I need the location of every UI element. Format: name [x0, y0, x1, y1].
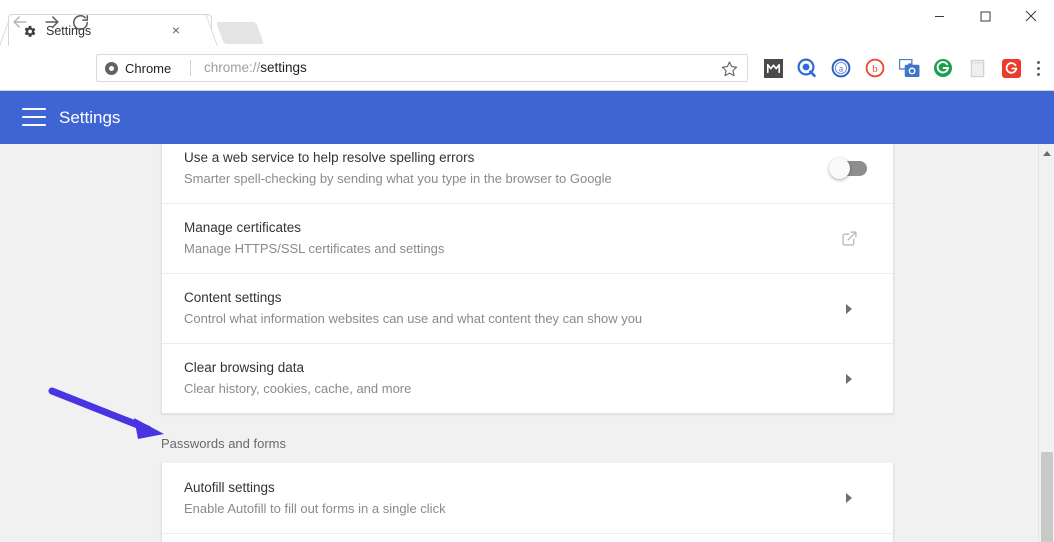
screenshot-extension-icon[interactable] — [892, 54, 926, 82]
row-subtitle: Clear history, cookies, cache, and more — [184, 381, 412, 396]
notes-extension-icon[interactable] — [960, 54, 994, 82]
row-spelling-web-service[interactable]: Use a web service to help resolve spelli… — [162, 144, 893, 203]
forward-icon[interactable] — [38, 8, 66, 36]
bitly-extension-icon[interactable]: b — [858, 54, 892, 82]
row-control — [829, 303, 869, 314]
page-title: Settings — [59, 108, 121, 127]
chevron-right-icon[interactable] — [846, 493, 852, 503]
minimize-icon[interactable] — [916, 0, 962, 32]
row-title: Autofill settings — [184, 479, 275, 495]
grammarly-extension-icon[interactable] — [926, 54, 960, 82]
url-host: settings — [260, 60, 307, 75]
row-text-group: Use a web service to help resolve spelli… — [184, 148, 829, 189]
address-bar-url[interactable]: chrome://settings — [204, 59, 307, 77]
row-control — [829, 157, 869, 179]
maximize-icon[interactable] — [962, 0, 1008, 32]
row-text-group: Autofill settings Enable Autofill to fil… — [184, 478, 829, 519]
url-scheme: chrome:// — [204, 60, 261, 75]
row-control — [829, 373, 869, 384]
pointer-arrow — [48, 387, 164, 439]
bookmark-star-icon[interactable] — [718, 57, 740, 79]
row-subtitle: Control what information websites can us… — [184, 311, 643, 326]
address-bar[interactable] — [96, 54, 748, 82]
site-identity-chrome: Chrome — [105, 59, 171, 77]
row-text-group: Clear browsing data Clear history, cooki… — [184, 358, 829, 399]
chrome-browser-window: Settings × Chrome chrome://settings a b … — [0, 0, 1054, 542]
row-subtitle: Manage HTTPS/SSL certificates and settin… — [184, 241, 445, 256]
toggle-knob — [829, 157, 850, 179]
address-bar-separator — [190, 60, 191, 76]
mailtrack-extension-icon[interactable] — [756, 54, 790, 82]
row-title: Use a web service to help resolve spelli… — [184, 149, 475, 165]
row-subtitle: Smarter spell-checking by sending what y… — [184, 170, 612, 186]
hamburger-line — [22, 116, 46, 118]
row-title: Content settings — [184, 290, 282, 305]
menu-dot — [1036, 72, 1040, 76]
row-text-group: Content settings Control what informatio… — [184, 288, 829, 329]
row-subtitle: Enable Autofill to fill out forms in a s… — [184, 500, 446, 516]
settings-page-content: Use a web service to help resolve spelli… — [0, 144, 1038, 542]
grammarly-red-extension-icon[interactable] — [994, 54, 1028, 82]
hamburger-line — [22, 108, 46, 110]
row-title: Clear browsing data — [184, 360, 305, 375]
back-icon[interactable] — [6, 8, 34, 36]
row-text-group: Manage certificates Manage HTTPS/SSL cer… — [184, 218, 829, 259]
chevron-right-icon[interactable] — [846, 303, 852, 314]
external-link-icon[interactable] — [841, 230, 858, 247]
menu-dot — [1036, 60, 1040, 64]
row-content-settings[interactable]: Content settings Control what informatio… — [162, 273, 893, 343]
chrome-logo-icon — [105, 61, 118, 75]
settings-header-bar: Settings — [0, 91, 1054, 144]
menu-dot — [1036, 66, 1040, 70]
svg-text:b: b — [872, 63, 878, 75]
row-control — [829, 493, 869, 503]
new-tab-button[interactable] — [215, 22, 265, 44]
row-title: Manage certificates — [184, 220, 302, 235]
privacy-card: Use a web service to help resolve spelli… — [161, 144, 894, 414]
passwords-and-forms-card: Autofill settings Enable Autofill to fil… — [161, 463, 894, 542]
site-identity-label: Chrome — [125, 60, 172, 76]
row-autofill-settings[interactable]: Autofill settings Enable Autofill to fil… — [162, 463, 893, 533]
scrollbar-thumb[interactable] — [1041, 452, 1053, 542]
window-controls — [916, 0, 1054, 32]
section-label-passwords-and-forms: Passwords and forms — [161, 436, 286, 451]
alexa-extension-icon[interactable]: a — [824, 54, 858, 82]
reload-icon[interactable] — [66, 8, 94, 36]
row-control — [829, 230, 869, 247]
chevron-right-icon[interactable] — [846, 373, 852, 384]
hamburger-line — [22, 124, 46, 126]
scroll-up-arrow-icon[interactable] — [1039, 146, 1054, 160]
chrome-menu-icon[interactable] — [1028, 56, 1048, 80]
spelling-web-service-toggle[interactable] — [829, 157, 867, 179]
vertical-scrollbar[interactable] — [1038, 144, 1054, 542]
close-window-icon[interactable] — [1008, 0, 1054, 32]
hamburger-menu-icon[interactable] — [22, 108, 46, 126]
row-manage-certificates[interactable]: Manage certificates Manage HTTPS/SSL cer… — [162, 203, 893, 273]
extensions-bar: a b — [756, 54, 1028, 82]
row-placeholder-next[interactable] — [162, 533, 893, 542]
title-bar: Settings × — [0, 0, 1054, 46]
search-lens-extension-icon[interactable] — [790, 54, 824, 82]
row-clear-browsing-data[interactable]: Clear browsing data Clear history, cooki… — [162, 343, 893, 413]
close-tab-icon[interactable]: × — [168, 23, 184, 39]
